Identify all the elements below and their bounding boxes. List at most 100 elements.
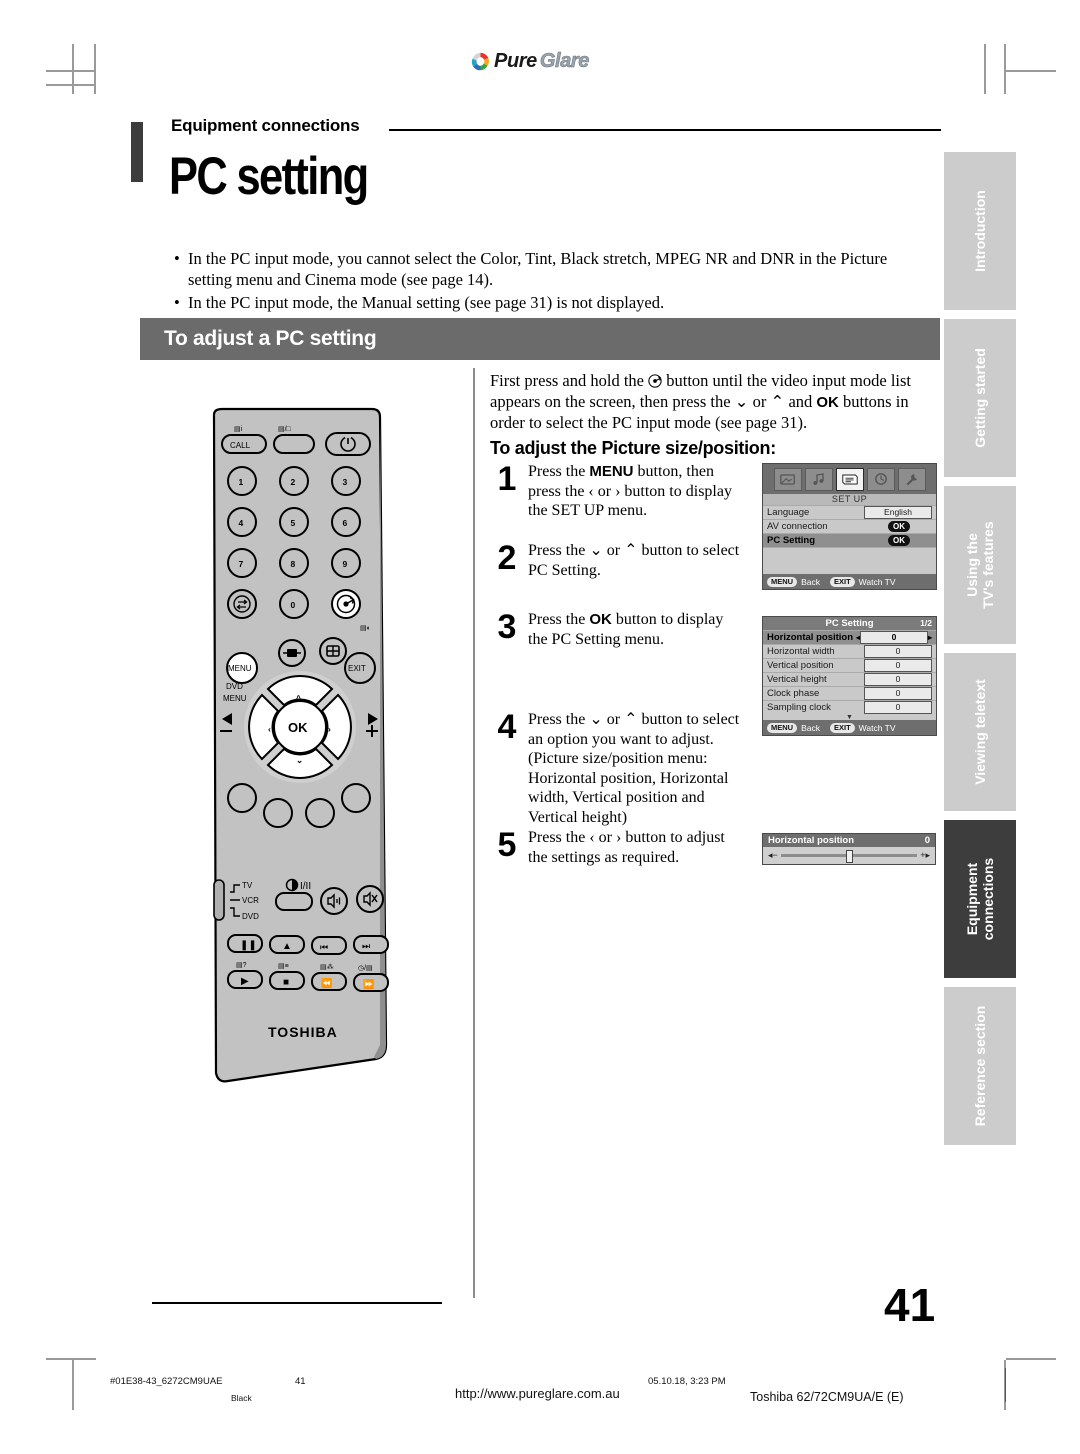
logo-text-pure: Pure [494, 50, 537, 72]
intro-and: and [788, 392, 813, 412]
sidebar-item-label: Viewing teletext [972, 679, 988, 785]
pureglare-logo-icon [470, 51, 491, 72]
tools-icon[interactable] [897, 467, 926, 491]
sidebar-item-using-tv-features[interactable]: Using the TV's features [944, 486, 1016, 644]
color-button-4 [341, 783, 371, 813]
sound-icon[interactable] [804, 467, 833, 491]
audio-mode-label: I/II [300, 881, 311, 892]
svg-text:0: 0 [291, 600, 296, 610]
intro-or: or [752, 392, 767, 412]
svg-text:3: 3 [343, 477, 348, 487]
osd-pc-title: PC Setting 1/2 [763, 617, 936, 630]
step-1: 1 Press the MENU button, then press the … [486, 462, 743, 521]
osd-row-pc-setting[interactable]: PC Setting OK [763, 533, 936, 547]
teletext-info-icon: ▤i [234, 426, 243, 433]
note-item: In the PC input mode, the Manual setting… [188, 292, 932, 313]
decrease-icon[interactable]: ◂− [768, 850, 778, 861]
osd-row-av-connection[interactable]: AV connection OK [763, 519, 936, 533]
osd-bar-header: Horizontal position 0 [763, 834, 935, 847]
step-text-before: Press the ‹ or › button to adjust the se… [528, 829, 725, 866]
sidebar-item-label: Reference section [972, 1005, 988, 1127]
step-number: 2 [497, 539, 517, 577]
sidebar-item-reference-section[interactable]: Reference section [944, 987, 1016, 1145]
crop-mark-tl-h2 [46, 84, 96, 86]
exit-key-action: Watch TV [858, 576, 896, 587]
mode-vcr-label: VCR [242, 896, 259, 905]
sidebar-item-viewing-teletext[interactable]: Viewing teletext [944, 653, 1016, 811]
osd-row-value: 0 [864, 673, 932, 686]
osd-pc-footer: MENU Back EXIT Watch TV [763, 720, 936, 735]
header-accent-bar [131, 122, 143, 182]
footer-color-plate: Black [231, 1393, 252, 1403]
stop-icon: ■ [283, 977, 289, 988]
osd-row-horizontal-width[interactable]: Horizontal width 0 [763, 644, 936, 658]
footer-timestamp: 05.10.18, 3:23 PM [648, 1376, 726, 1387]
osd-row-vertical-position[interactable]: Vertical position 0 [763, 658, 936, 672]
exit-button-label: EXIT [348, 664, 366, 673]
timer-exit-icon: ◷/▤ [358, 965, 373, 972]
sidebar-item-introduction[interactable]: Introduction [944, 152, 1016, 310]
osd-row-label: Sampling clock [767, 702, 831, 713]
step-text-bold: MENU [589, 463, 634, 480]
step-3: 3 Press the OK button to display the PC … [486, 610, 743, 649]
osd-pc-setting-menu: PC Setting 1/2 Horizontal position ◂ 0 ▸… [762, 616, 937, 736]
osd-row-value: 0 [864, 701, 932, 714]
manual-page: Pure Glare Equipment connections PC setti… [0, 0, 1080, 1454]
step-text-before: Press the [528, 463, 590, 480]
nav-up-icon: ^ [296, 693, 301, 703]
crop-mark-tr-v2 [984, 44, 986, 94]
crop-mark-tl-v [72, 44, 74, 94]
menu-key-action: Back [801, 722, 820, 733]
pause-icon: ❚❚ [240, 940, 257, 951]
page-number: 41 [884, 1279, 936, 1331]
menu-key-badge: MENU [767, 576, 798, 587]
osd-row-value: 0 [864, 687, 932, 700]
osd-row-language[interactable]: Language English [763, 505, 936, 519]
picture-icon[interactable] [773, 467, 802, 491]
right-arrow-icon[interactable]: ▸ [928, 633, 932, 642]
sidebar-item-label: Getting started [972, 348, 988, 448]
slider-track[interactable] [780, 850, 918, 863]
increase-icon[interactable]: +▸ [920, 850, 930, 861]
svg-text:5: 5 [291, 518, 296, 528]
play-icon: ▶ [241, 976, 249, 987]
sidebar-item-equipment-connections[interactable]: Equipment connections [944, 820, 1016, 978]
osd-setup-caption: SET UP [763, 494, 936, 505]
crop-mark-bl-h [46, 1358, 96, 1360]
crop-mark-tr-v [1004, 44, 1006, 94]
osd-row-sampling-clock[interactable]: Sampling clock 0 [763, 700, 936, 714]
osd-bar-track-row[interactable]: ◂− +▸ [763, 847, 935, 864]
eject-icon: ▲ [282, 941, 292, 952]
footer-page-number: 41 [295, 1376, 306, 1387]
osd-setup-footer: MENU Back EXIT Watch TV [763, 574, 936, 589]
exit-key-action: Watch TV [858, 722, 896, 733]
osd-row-vertical-height[interactable]: Vertical height 0 [763, 672, 936, 686]
osd-row-clock-phase[interactable]: Clock phase 0 [763, 686, 936, 700]
logo-text-glare: Glare [539, 50, 590, 73]
footer-divider [1005, 1368, 1006, 1402]
setup-icon[interactable] [835, 467, 864, 491]
teletext-mix-icon: ▤/□ [278, 426, 292, 433]
svg-text:1: 1 [239, 477, 244, 487]
slider-knob[interactable] [846, 850, 854, 863]
sidebar-label-line2: connections [980, 857, 996, 941]
nav-left-icon: ‹ [268, 724, 271, 734]
timer-icon[interactable] [866, 467, 895, 491]
sidebar-item-getting-started[interactable]: Getting started [944, 319, 1016, 477]
svg-text:6: 6 [343, 518, 348, 528]
svg-text:8: 8 [291, 559, 296, 569]
step-2: 2 Press the ⌄ or ⌃ button to select PC S… [486, 541, 743, 580]
step-text: Press the OK button to display the PC Se… [528, 610, 743, 649]
osd-empty-area [763, 547, 936, 574]
osd-row-value: 0 [864, 659, 932, 672]
osd-adjust-bar: Horizontal position 0 ◂− +▸ [762, 833, 936, 865]
sidebar-label-line1: Using the [964, 533, 980, 597]
step-5: 5 Press the ‹ or › button to adjust the … [486, 828, 743, 867]
ok-badge: OK [888, 535, 910, 546]
step-number: 1 [497, 460, 517, 498]
sidebar-item-label: Introduction [972, 190, 988, 272]
osd-row-value: OK [866, 521, 932, 532]
osd-icon-row [763, 464, 936, 494]
mode-tv-label: TV [242, 881, 253, 890]
osd-row-horizontal-position[interactable]: Horizontal position ◂ 0 ▸ [763, 630, 936, 644]
